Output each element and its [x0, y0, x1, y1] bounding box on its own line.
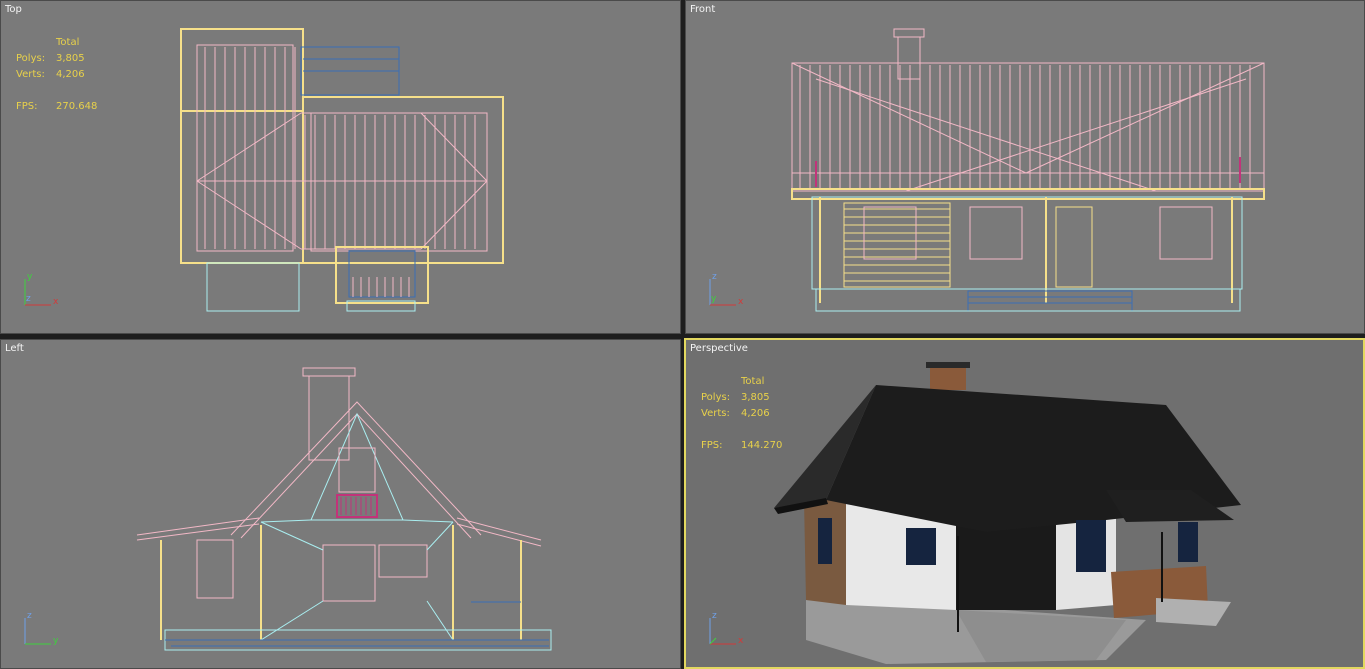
axis-tripod-front: z y x [709, 272, 744, 307]
front-wireframe-scene[interactable] [686, 1, 1365, 334]
axis-tripod-top: y z x [24, 272, 59, 307]
axis-y-label: y [27, 272, 33, 282]
viewport-perspective[interactable]: Perspective Total Polys: 3,805 Verts: 4,20… [684, 338, 1365, 669]
viewport-left[interactable]: Left z y [0, 339, 681, 669]
axis-z-label: z [27, 611, 32, 621]
axis-x-label: x [738, 297, 744, 307]
axis-z-label: z [26, 294, 31, 304]
axis-tripod-left: z y [24, 611, 59, 646]
axis-y-label: y [53, 636, 59, 646]
viewport-front[interactable]: Front z y x [685, 0, 1365, 334]
axis-z-label: z [712, 272, 717, 282]
axis-z-label: z [712, 611, 717, 621]
axis-x-label: x [738, 636, 744, 646]
viewport-top[interactable]: Top Total Polys: 3,805 Verts: 4,206 FPS: 27… [0, 0, 681, 334]
axis-tripod-perspective: z x [709, 611, 744, 646]
axis-y-label: y [711, 294, 717, 304]
axis-x-label: x [53, 297, 59, 307]
top-wireframe-scene[interactable] [1, 1, 681, 334]
perspective-house-render[interactable] [686, 340, 1363, 667]
left-wireframe-scene[interactable] [1, 340, 681, 669]
